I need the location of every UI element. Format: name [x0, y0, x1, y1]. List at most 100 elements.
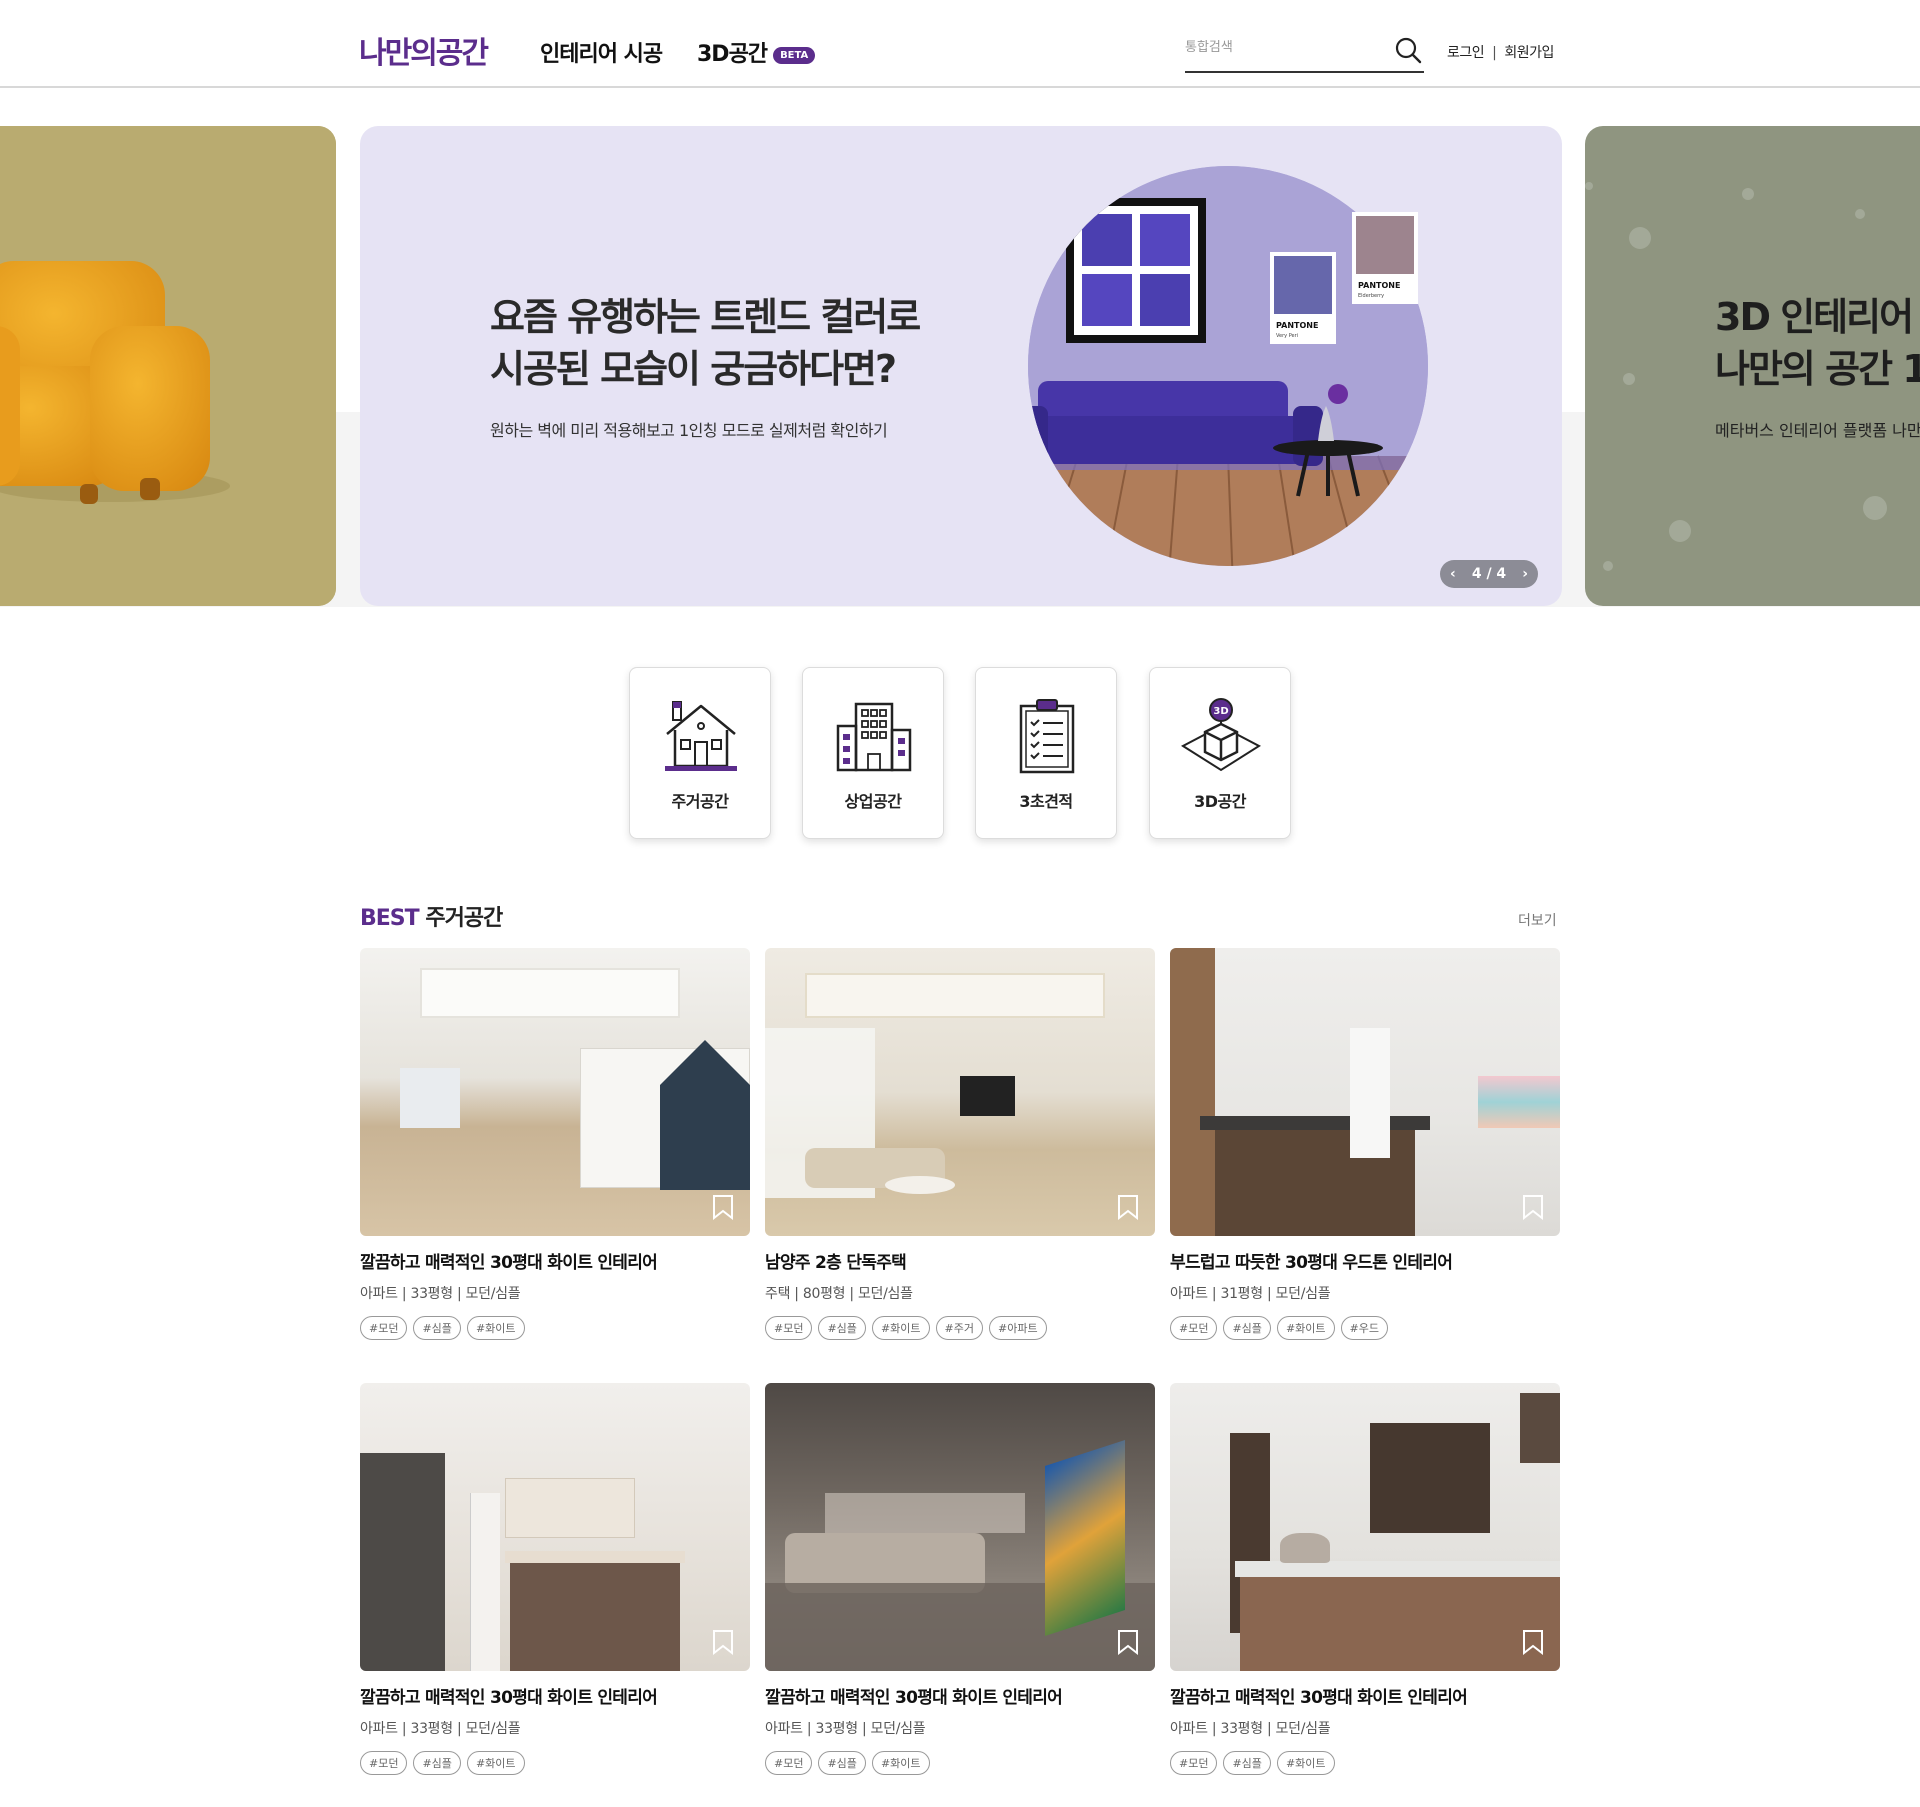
nav-3d-space-label: 3D공간 — [697, 42, 768, 67]
tag-list: #모던 #심플 #화이트 #우드 — [1170, 1316, 1560, 1340]
tag[interactable]: #심플 — [818, 1751, 866, 1775]
project-photo[interactable] — [765, 948, 1155, 1236]
bookmark-icon[interactable] — [712, 1194, 734, 1220]
tag[interactable]: #모던 — [1170, 1316, 1218, 1340]
building-icon — [836, 702, 912, 772]
nav-interior[interactable]: 인테리어 시공 — [540, 36, 663, 68]
project-title[interactable]: 깔끔하고 매력적인 30평대 화이트 인테리어 — [360, 1683, 750, 1708]
tag[interactable]: #주거 — [935, 1316, 983, 1340]
category-quick-estimate[interactable]: 3초견적 — [975, 667, 1117, 839]
tag-list: #모던 #심플 #화이트 — [765, 1751, 1155, 1775]
carousel-prev-icon[interactable]: ‹ — [1450, 566, 1456, 582]
swatch2-brand: PANTONE — [1358, 281, 1400, 290]
tag[interactable]: #모던 — [360, 1316, 408, 1340]
project-meta: 주택 | 80평형 | 모던/심플 — [765, 1286, 913, 1302]
category-label: 3초견적 — [1019, 792, 1073, 811]
project-photo[interactable] — [360, 948, 750, 1236]
next-slide-title: 3D 인테리어 플 나만의 공간 1 — [1715, 291, 1920, 395]
carousel-next-icon[interactable]: › — [1522, 566, 1528, 582]
tag[interactable]: #심플 — [413, 1751, 461, 1775]
bookmark-icon[interactable] — [712, 1629, 734, 1655]
pantone-swatch-very-peri: PANTONE Very Peri — [1270, 252, 1336, 344]
project-meta: 아파트 | 31평형 | 모던/심플 — [1170, 1286, 1331, 1302]
project-meta: 아파트 | 33평형 | 모던/심플 — [765, 1721, 926, 1737]
signup-link[interactable]: 회원가입 — [1504, 45, 1554, 61]
login-link[interactable]: 로그인 — [1447, 45, 1485, 61]
project-photo[interactable] — [1170, 948, 1560, 1236]
project-meta: 아파트 | 33평형 | 모던/심플 — [360, 1721, 521, 1737]
tag[interactable]: #모던 — [1170, 1751, 1218, 1775]
tag[interactable]: #화이트 — [1276, 1316, 1335, 1340]
hero-subtitle: 원하는 벽에 미리 적용해보고 1인칭 모드로 실제처럼 확인하기 — [490, 421, 888, 440]
swatch1-name: Very Peri — [1276, 333, 1298, 339]
tag-list: #모던 #심플 #화이트 — [360, 1316, 750, 1340]
carousel-counter: 4 / 4 — [1471, 566, 1507, 582]
category-3d-space[interactable]: 3D 3D공간 — [1149, 667, 1291, 839]
house-icon — [665, 701, 737, 771]
project-title[interactable]: 깔끔하고 매력적인 30평대 화이트 인테리어 — [1170, 1683, 1560, 1708]
search-icon[interactable] — [1394, 36, 1422, 64]
category-label: 상업공간 — [844, 792, 902, 811]
next-slide-title-line2: 나만의 공간 1 — [1715, 347, 1920, 391]
project-title[interactable]: 깔끔하고 매력적인 30평대 화이트 인테리어 — [765, 1683, 1155, 1708]
more-link[interactable]: 더보기 — [1518, 910, 1557, 930]
tag[interactable]: #화이트 — [466, 1316, 525, 1340]
project-card[interactable]: 깔끔하고 매력적인 30평대 화이트 인테리어 아파트 | 33평형 | 모던/… — [360, 948, 750, 1340]
tag[interactable]: #모던 — [765, 1751, 813, 1775]
section-title: BEST 주거공간 — [360, 900, 503, 932]
project-title[interactable]: 깔끔하고 매력적인 30평대 화이트 인테리어 — [360, 1248, 750, 1273]
project-title[interactable]: 부드럽고 따듯한 30평대 우드톤 인테리어 — [1170, 1248, 1560, 1273]
search-input[interactable] — [1185, 40, 1385, 55]
3d-cube-icon: 3D — [1181, 698, 1261, 772]
project-card[interactable]: 부드럽고 따듯한 30평대 우드톤 인테리어 아파트 | 31평형 | 모던/심… — [1170, 948, 1560, 1340]
tag[interactable]: #화이트 — [871, 1316, 930, 1340]
carousel-slide-next[interactable]: 3D 인테리어 플 나만의 공간 1 메타버스 인테리어 플랫폼 나만 — [1585, 126, 1920, 606]
tag[interactable]: #심플 — [818, 1316, 866, 1340]
project-card[interactable]: 남양주 2층 단독주택 주택 | 80평형 | 모던/심플 #모던 #심플 #화… — [765, 948, 1155, 1340]
tag[interactable]: #화이트 — [1276, 1751, 1335, 1775]
hero-title-line2: 시공된 모습이 궁금하다면? — [490, 347, 897, 391]
pantone-swatch-elderberry: PANTONE Elderberry — [1352, 212, 1418, 304]
project-photo[interactable] — [765, 1383, 1155, 1671]
project-title[interactable]: 남양주 2층 단독주택 — [765, 1248, 1155, 1273]
project-card[interactable]: 깔끔하고 매력적인 30평대 화이트 인테리어 아파트 | 33평형 | 모던/… — [765, 1383, 1155, 1775]
tag[interactable]: #심플 — [413, 1316, 461, 1340]
tag[interactable]: #모던 — [765, 1316, 813, 1340]
bookmark-icon[interactable] — [1117, 1629, 1139, 1655]
nav-3d-space[interactable]: 3D공간 BETA — [697, 36, 816, 68]
category-label: 주거공간 — [671, 792, 729, 811]
project-meta: 아파트 | 33평형 | 모던/심플 — [1170, 1721, 1331, 1737]
project-meta: 아파트 | 33평형 | 모던/심플 — [360, 1286, 521, 1302]
carousel-slide-active[interactable]: 요즘 유행하는 트렌드 컬러로 시공된 모습이 궁금하다면? 원하는 벽에 미리… — [360, 126, 1562, 606]
hero-title-line1: 요즘 유행하는 트렌드 컬러로 — [490, 295, 921, 339]
room-illustration: PANTONE Very Peri PANTONE Elderberry — [1028, 166, 1428, 566]
project-photo[interactable] — [1170, 1383, 1560, 1671]
project-card[interactable]: 깔끔하고 매력적인 30평대 화이트 인테리어 아파트 | 33평형 | 모던/… — [1170, 1383, 1560, 1775]
armchair-illustration — [0, 126, 336, 606]
carousel-slide-prev[interactable] — [0, 126, 336, 606]
tag[interactable]: #모던 — [360, 1751, 408, 1775]
hero-title: 요즘 유행하는 트렌드 컬러로 시공된 모습이 궁금하다면? — [490, 291, 1050, 395]
category-commercial[interactable]: 상업공간 — [802, 667, 944, 839]
swatch1-brand: PANTONE — [1276, 321, 1318, 330]
tag-list: #모던 #심플 #화이트 — [360, 1751, 750, 1775]
bookmark-icon[interactable] — [1522, 1194, 1544, 1220]
tag[interactable]: #심플 — [1223, 1751, 1271, 1775]
tag[interactable]: #화이트 — [466, 1751, 525, 1775]
logo[interactable]: 나만의공간 — [359, 28, 489, 72]
clipboard-icon — [1019, 699, 1075, 774]
site-header: 나만의공간 인테리어 시공 3D공간 BETA 로그인 | 회원가입 — [0, 0, 1920, 88]
section-title-accent: BEST — [360, 906, 420, 931]
next-slide-title-line1: 3D 인테리어 플 — [1715, 295, 1920, 339]
bookmark-icon[interactable] — [1117, 1194, 1139, 1220]
tag[interactable]: #심플 — [1223, 1316, 1271, 1340]
tag[interactable]: #화이트 — [871, 1751, 930, 1775]
project-photo[interactable] — [360, 1383, 750, 1671]
project-card[interactable]: 깔끔하고 매력적인 30평대 화이트 인테리어 아파트 | 33평형 | 모던/… — [360, 1383, 750, 1775]
search-box — [1185, 30, 1424, 73]
tag[interactable]: #우드 — [1340, 1316, 1388, 1340]
tag[interactable]: #아파트 — [988, 1316, 1047, 1340]
bookmark-icon[interactable] — [1522, 1629, 1544, 1655]
carousel-pager: ‹ 4 / 4 › — [1440, 560, 1538, 588]
category-residential[interactable]: 주거공간 — [629, 667, 771, 839]
